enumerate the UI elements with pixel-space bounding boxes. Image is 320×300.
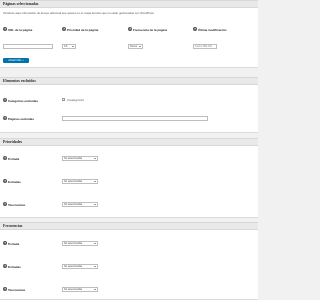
priority-row-label: Taxonomías <box>8 202 26 207</box>
priority-select-value: 0.5 <box>64 45 68 48</box>
frequency-select-value: Nunca <box>130 45 137 48</box>
priority-label: Prioridad de la página <box>67 27 99 32</box>
frequency-posts-select[interactable]: No seleccionable <box>62 264 98 269</box>
frequencies-body: ? Portada No seleccionable ? Entradas No… <box>0 230 258 300</box>
uncategorized-checkbox[interactable] <box>62 98 66 102</box>
question-circle-icon[interactable]: ? <box>3 116 7 120</box>
question-circle-icon[interactable]: ? <box>128 27 132 31</box>
chevron-down-icon <box>94 204 96 205</box>
select-value: No seleccionable <box>64 265 83 268</box>
question-circle-icon[interactable]: ? <box>193 27 197 31</box>
question-circle-icon[interactable]: ? <box>3 287 7 291</box>
question-circle-icon[interactable]: ? <box>3 27 7 31</box>
question-circle-icon[interactable]: ? <box>3 98 7 102</box>
priority-row-label: Entradas <box>8 179 21 184</box>
select-value: No seleccionable <box>64 180 83 183</box>
question-circle-icon[interactable]: ? <box>3 179 7 183</box>
priority-taxonomies-select[interactable]: No seleccionable <box>62 202 98 207</box>
frequency-row-label: Taxonomías <box>8 287 26 292</box>
frequency-select[interactable]: Nunca <box>128 44 143 49</box>
url-input[interactable] <box>3 44 53 49</box>
selected-pages-body: Introduce aquí información de tiempo adi… <box>0 8 258 68</box>
excluded-pages-label: Páginas excluidas <box>8 116 35 121</box>
chevron-down-icon <box>94 243 96 244</box>
chevron-down-icon <box>94 158 96 159</box>
priority-posts-select[interactable]: No seleccionable <box>62 179 98 184</box>
frequency-row-label: Entradas <box>8 264 21 269</box>
add-url-button[interactable]: Añadir URL + <box>3 58 29 63</box>
select-value: No seleccionable <box>64 203 83 206</box>
priorities-section: Prioridades ? Portada No seleccionable ?… <box>0 138 258 218</box>
section-title-excluded-elements: Elementos excluidos <box>0 77 258 85</box>
section-title-priorities: Prioridades <box>0 138 258 146</box>
priority-select[interactable]: 0.5 <box>62 44 76 49</box>
section-title-frequencies: Frecuencias <box>0 222 258 230</box>
chevron-down-icon <box>94 289 96 290</box>
select-value: No seleccionable <box>64 157 83 160</box>
question-circle-icon[interactable]: ? <box>3 264 7 268</box>
last-modified-label: Última modificación <box>198 27 227 32</box>
frequencies-section: Frecuencias ? Portada No seleccionable ?… <box>0 222 258 300</box>
chevron-down-icon <box>94 181 96 182</box>
frequency-row-label: Portada <box>8 241 20 246</box>
excluded-elements-body: ? Categorías excluidas Uncategorized ? P… <box>0 85 258 133</box>
question-circle-icon[interactable]: ? <box>3 202 7 206</box>
question-circle-icon[interactable]: ? <box>3 156 7 160</box>
last-modified-input[interactable]: AAAA-MM-DD <box>193 44 217 49</box>
frequency-taxonomies-select[interactable]: No seleccionable <box>62 287 98 292</box>
chevron-down-icon <box>139 46 141 47</box>
url-label: URL de la página <box>8 27 33 32</box>
excluded-elements-section: Elementos excluidos ? Categorías excluid… <box>0 77 258 133</box>
excluded-pages-input[interactable] <box>62 116 208 121</box>
frequency-homepage-select[interactable]: No seleccionable <box>62 241 98 246</box>
section-title-selected-pages: Páginas seleccionadas <box>0 0 258 8</box>
excluded-categories-label: Categorías excluidas <box>8 98 39 103</box>
select-value: No seleccionable <box>64 288 83 291</box>
priorities-body: ? Portada No seleccionable ? Entradas No… <box>0 146 258 218</box>
question-circle-icon[interactable]: ? <box>62 27 66 31</box>
question-circle-icon[interactable]: ? <box>3 241 7 245</box>
priority-homepage-select[interactable]: No seleccionable <box>62 156 98 161</box>
chevron-down-icon <box>94 266 96 267</box>
priority-row-label: Portada <box>8 156 20 161</box>
select-value: No seleccionable <box>64 242 83 245</box>
chevron-down-icon <box>72 46 74 47</box>
selected-pages-description: Introduce aquí información de tiempo adi… <box>3 11 154 15</box>
selected-pages-section: Páginas seleccionadas Introduce aquí inf… <box>0 0 258 68</box>
uncategorized-checkbox-label: Uncategorized <box>67 98 84 102</box>
frequency-label: Frecuencia de la página <box>133 27 168 32</box>
